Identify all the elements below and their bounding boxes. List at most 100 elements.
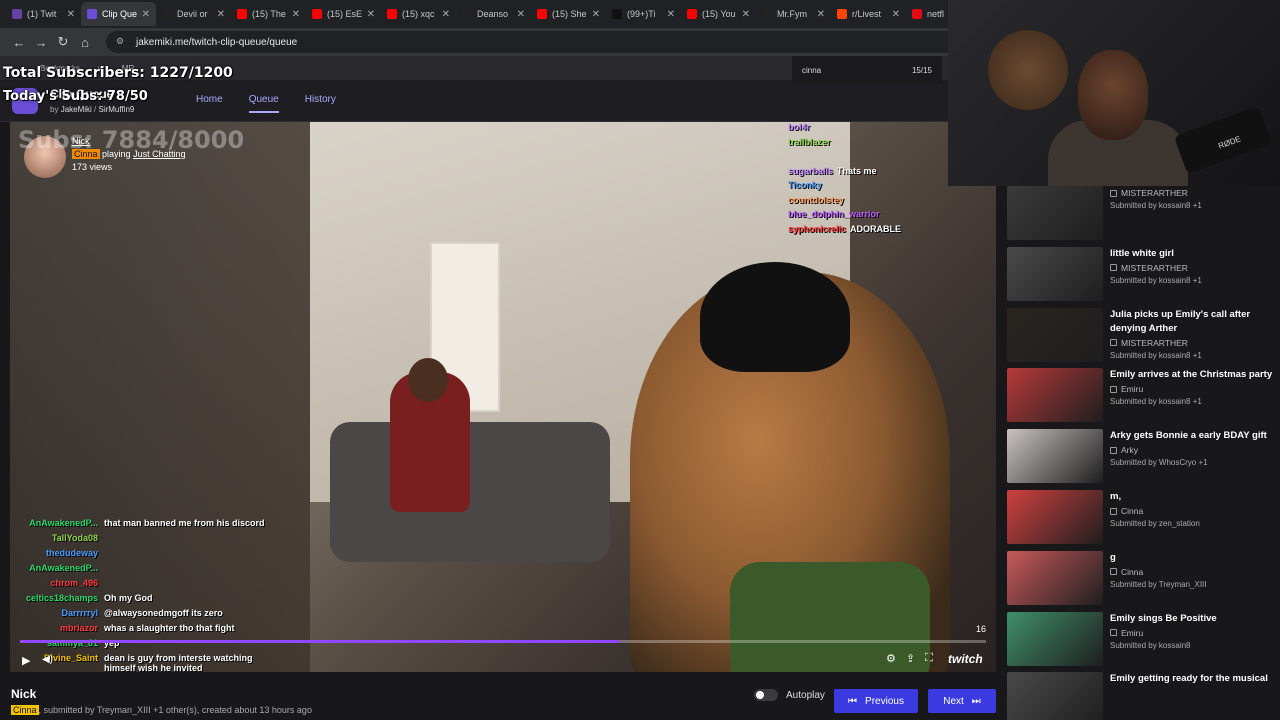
webcam-overlay: RØDE: [948, 0, 1280, 186]
tab-favicon-icon: [912, 9, 922, 19]
nav-queue[interactable]: Queue: [248, 94, 279, 113]
tab-favicon-icon: [87, 9, 97, 19]
tab-label: (1) Twit: [27, 9, 57, 19]
queue-item-submitter: Submitted by kossain8 +1: [1110, 397, 1202, 407]
site-info-icon[interactable]: ⚙: [116, 36, 128, 48]
app-root: (1) Twit ✕ Clip Que ✕ Devii or ✕ (15) The ✕ (15)…: [0, 0, 1280, 720]
tab-close-icon[interactable]: ✕: [817, 9, 825, 20]
queue-item-submitter: Submitted by Treyman_XIII: [1110, 579, 1207, 589]
chat-message: AnAwakenedP... that man banned me from hi…: [4, 518, 284, 533]
queue-item[interactable]: Emily arrives at the Christmas party Emir…: [1006, 366, 1276, 423]
browser-tab[interactable]: (99+)Ti ✕: [606, 2, 681, 26]
queue-item-title: Arky gets Bonnie a early BDAY gift: [1110, 430, 1267, 442]
nav-home[interactable]: Home: [196, 94, 223, 113]
settings-icon[interactable]: ⚙: [886, 652, 896, 665]
browser-tab[interactable]: Devii or ✕: [156, 2, 231, 26]
chat-message: syphonicrelic ADORABLE: [788, 224, 938, 239]
browser-tab[interactable]: (15) She ✕: [531, 2, 606, 26]
twitch-logo[interactable]: twitch: [948, 652, 983, 666]
queue-item[interactable]: g Cinna Submitted by Treyman_XIII: [1006, 549, 1276, 605]
browser-tab[interactable]: (15) xqc ✕: [381, 2, 456, 26]
queue-item[interactable]: Julia picks up Emily's call after denyin…: [1006, 306, 1276, 362]
chat-username: mbriazor: [59, 623, 98, 633]
tab-favicon-icon: [837, 9, 847, 19]
browser-tab[interactable]: Mr.Fym ✕: [756, 2, 831, 26]
tab-close-icon[interactable]: ✕: [742, 9, 750, 20]
queue-item[interactable]: Emily getting ready for the musical: [1006, 670, 1276, 720]
nav-history[interactable]: History: [305, 94, 336, 113]
browser-tab[interactable]: r/Livest ✕: [831, 2, 906, 26]
autoplay-label: Autoplay: [786, 689, 825, 701]
chat-username: thedudeway: [45, 548, 98, 558]
reload-icon[interactable]: ↻: [52, 34, 74, 50]
browser-tab[interactable]: Deanso ✕: [456, 2, 531, 26]
browser-tab[interactable]: Clip Que ✕: [81, 2, 156, 26]
queue-item[interactable]: Arky gets Bonnie a early BDAY gift Arky Su…: [1006, 427, 1276, 484]
chat-username: AnAwakenedP...: [29, 563, 98, 573]
channel-icon: [1110, 568, 1117, 576]
fullscreen-icon[interactable]: ⛶: [925, 652, 933, 665]
browser-tab[interactable]: (15) EsE ✕: [306, 2, 381, 26]
tab-close-icon[interactable]: ✕: [367, 9, 375, 20]
queue-item[interactable]: Emily sings Be Positive Emiru Submitted by…: [1006, 610, 1276, 666]
autoplay-toggle[interactable]: [754, 689, 778, 701]
author-link[interactable]: JakeMiki: [61, 105, 92, 114]
tab-favicon-icon: [612, 9, 622, 19]
queue-thumbnail: [1007, 490, 1103, 544]
queue-channel-name: Emiru: [1121, 627, 1144, 638]
next-button[interactable]: Next ⏭: [928, 689, 996, 713]
tab-close-icon[interactable]: ✕: [442, 9, 450, 20]
tab-close-icon[interactable]: ✕: [592, 9, 600, 20]
clip-time: 16: [976, 624, 987, 634]
queue-item[interactable]: MISTERARTHER Submitted by kossain8 +1: [1006, 186, 1276, 240]
progress-bar[interactable]: [20, 640, 986, 643]
previous-button[interactable]: ⏮ Previous: [834, 689, 918, 713]
queue-item[interactable]: m, Cinna Submitted by zen_station: [1006, 488, 1276, 544]
forward-icon[interactable]: →: [30, 35, 52, 50]
tab-close-icon[interactable]: ✕: [67, 9, 75, 20]
queue-item-channel: MISTERARTHER: [1110, 188, 1276, 198]
tab-close-icon[interactable]: ✕: [667, 9, 675, 20]
home-icon[interactable]: ⌂: [74, 35, 96, 50]
video-frame-couch: [330, 422, 610, 562]
clip-submitter-channel[interactable]: Cinna: [11, 705, 39, 715]
chat-username: chrom_496: [50, 578, 98, 588]
back-icon[interactable]: ←: [8, 35, 30, 50]
browser-tab[interactable]: (1) Twit ✕: [6, 2, 81, 26]
chat-username: trailblazer: [788, 136, 831, 147]
app-byline: by JakeMiki / SirMuffin9: [50, 105, 135, 114]
next-icon: ⏭: [971, 695, 981, 707]
tab-label: Clip Que: [102, 9, 138, 19]
chat-message: mbriazor whas a slaughter tho that fight: [4, 623, 284, 638]
queue-item-submitter: Submitted by WhosCryo +1: [1110, 458, 1208, 468]
autoplay-control[interactable]: Autoplay: [754, 689, 825, 701]
browser-tab[interactable]: (15) You ✕: [681, 2, 756, 26]
clip-submitter: Treyman_XIII: [96, 705, 151, 715]
queue-item-channel: Emiru: [1110, 628, 1276, 638]
chat-message: AnAwakenedP...: [4, 563, 284, 578]
tab-close-icon[interactable]: ✕: [517, 9, 525, 20]
share-icon[interactable]: ⇪: [906, 652, 915, 665]
tab-close-icon[interactable]: ✕: [292, 9, 300, 20]
tab-close-icon[interactable]: ✕: [892, 9, 900, 20]
queue-item-text: Emily arrives at the Christmas party Emir…: [1110, 368, 1276, 406]
queue-item-text: m, Cinna Submitted by zen_station: [1110, 490, 1276, 528]
chat-text: Thats me: [837, 165, 877, 176]
tab-close-icon[interactable]: ✕: [142, 9, 150, 20]
channel-icon: [1110, 264, 1117, 272]
collab-link[interactable]: SirMuffin9: [98, 105, 134, 114]
url-field[interactable]: ⚙ jakemiki.me/twitch-clip-queue/queue: [106, 31, 986, 53]
tab-close-icon[interactable]: ✕: [217, 9, 225, 20]
queue-item[interactable]: little white girl MISTERARTHER Submitted b…: [1006, 245, 1276, 301]
queue-item-submitter: Submitted by zen_station: [1110, 519, 1200, 528]
queue-user: cinna: [802, 65, 822, 75]
play-icon[interactable]: ▶: [22, 654, 30, 667]
queue-item-submitter: Submitted by kossain8 +1: [1110, 275, 1202, 285]
video-frame-head: [408, 358, 448, 402]
volume-icon[interactable]: ◀): [42, 654, 53, 665]
browser-tab[interactable]: (15) The ✕: [231, 2, 306, 26]
queue-item-channel: MISTERARTHER: [1110, 263, 1276, 273]
queue-item-text: Arky gets Bonnie a early BDAY gift Arky Su…: [1110, 429, 1276, 467]
chat-message: TallYoda08: [4, 533, 284, 548]
tab-favicon-icon: [687, 9, 697, 19]
